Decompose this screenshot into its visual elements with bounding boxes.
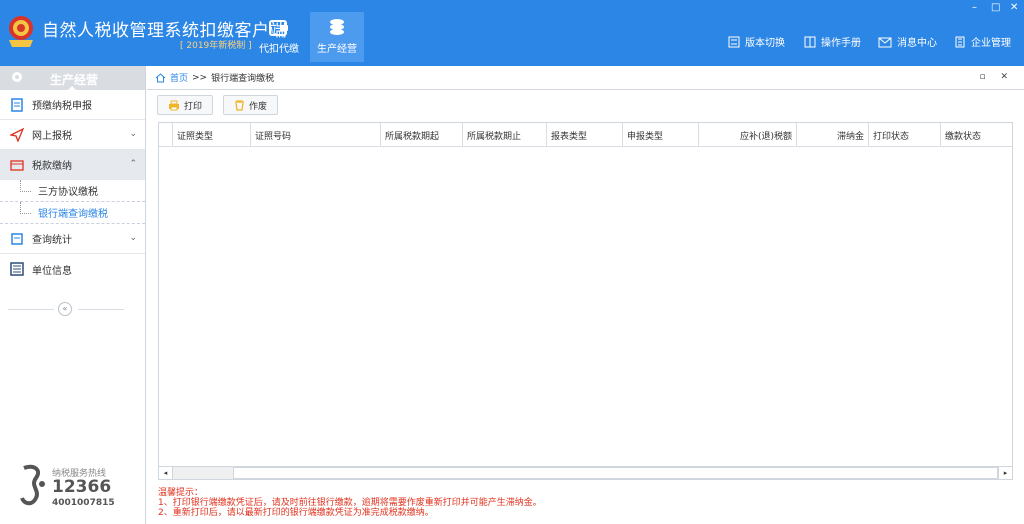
toolbar: 打印 作废 [157,95,288,115]
sidebar-subitem-tripartite[interactable]: 三方协议缴税 [0,180,145,202]
mail-icon [878,37,892,47]
divider [78,309,124,310]
column-header[interactable]: 应补(退)税额 [699,123,797,146]
sidebar-item-query-stats[interactable]: 查询统计 ⌄ [0,224,145,254]
void-button-label: 作废 [249,101,268,112]
horizontal-scrollbar[interactable]: ◂ ▸ [158,466,1013,480]
message-center-button[interactable]: 消息中心 [878,34,937,49]
sidebar-item-unit-info[interactable]: 单位信息 [0,254,145,284]
scroll-left-button[interactable]: ◂ [159,467,173,479]
panel-window-tools[interactable]: ▫ ✕ [979,72,1014,82]
column-header[interactable]: 申报类型 [623,123,699,146]
sidebar-item-label: 税款缴纳 [32,161,72,172]
query-icon [11,232,23,245]
column-header[interactable]: 所属税款期止 [463,123,547,146]
hotline-block: 纳税服务热线 12366 4001007815 [18,464,115,511]
main-panel: 首页 >> 银行端查询缴税 ▫ ✕ 打印 作废 证照类型 证照号码 所属税款期起… [147,66,1024,524]
nav-label: 生产经营 [317,44,357,55]
hotline-logo-icon [20,464,45,506]
void-button[interactable]: 作废 [223,95,279,115]
coins-icon [330,19,344,35]
tax-emblem-icon [9,16,33,47]
payment-table: 证照类型 证照号码 所属税款期起 所属税款期止 报表类型 申报类型 应补(退)税… [158,122,1013,480]
divider [8,309,54,310]
wallet-icon [269,20,288,36]
breadcrumb-separator: >> [192,72,208,83]
column-header[interactable]: 缴款状态 [941,123,1012,146]
nav-label: 代扣代缴 [259,44,299,55]
print-button-label: 打印 [184,101,203,112]
sidebar-item-label: 查询统计 [32,235,72,246]
close-button[interactable]: ✕ [1010,2,1018,13]
payment-icon [10,159,24,171]
breadcrumb: 首页 >> 银行端查询缴税 ▫ ✕ [147,66,1024,90]
breadcrumb-home-link[interactable]: 首页 [170,71,188,84]
column-header[interactable]: 证照号码 [251,123,381,146]
tips-block: 温馨提示： 1、打印银行端缴款凭证后，请及时前往银行缴款，逾期将需要作废重新打印… [158,488,542,518]
tips-title: 温馨提示： [158,488,204,498]
menu-label: 消息中心 [897,38,937,49]
chevron-down-icon: ⌄ [129,129,137,139]
tip-line: 1、打印银行端缴款凭证后，请及时前往银行缴款，逾期将需要作废重新打印并可能产生滞… [158,498,542,508]
version-switch-button[interactable]: 版本切换 [728,34,785,49]
menu-label: 版本切换 [745,38,785,49]
tip-line: 2、重新打印后，请以最新打印的银行端缴款凭证为准完成税款缴纳。 [158,508,434,518]
app-header: 自然人税收管理系统扣缴客户端 [ 2019年新税制 ] 代扣代缴 生产经营 版本… [0,0,1024,66]
column-header[interactable]: 报表类型 [547,123,623,146]
form-icon [11,97,23,112]
chevron-down-icon: ⌄ [129,233,137,243]
enterprise-mgmt-button[interactable]: 企业管理 [954,34,1011,49]
sidebar-item-tax-payment[interactable]: 税款缴纳 ⌃ [0,150,145,180]
table-header: 证照类型 证照号码 所属税款期起 所属税款期止 报表类型 申报类型 应补(退)税… [159,123,1012,147]
switch-icon [728,36,740,47]
column-header[interactable]: 所属税款期起 [381,123,463,146]
chevron-up-icon: ⌃ [129,159,137,169]
minimize-button[interactable]: – [972,2,977,13]
nav-production[interactable]: 生产经营 [310,12,364,62]
column-header[interactable]: 滞纳金 [797,123,869,146]
home-icon [155,72,166,82]
sidebar-subitem-label: 三方协议缴税 [38,187,98,198]
maximize-button[interactable]: □ [991,2,1000,13]
hotline-number: 12366 [52,477,112,497]
list-icon [10,262,24,276]
app-subtitle: [ 2019年新税制 ] [180,41,252,51]
scroll-right-button[interactable]: ▸ [998,467,1012,479]
sidebar-subitem-bank-query[interactable]: 银行端查询缴税 [0,202,145,224]
send-icon [10,127,24,142]
manual-icon [804,36,816,47]
column-header[interactable]: 打印状态 [869,123,941,146]
sidebar: 生产经营 预缴纳税申报 网上报税 ⌄ 税款缴纳 ⌃ 三方协议缴税 银行端查询缴税… [0,66,146,524]
sidebar-item-online-filing[interactable]: 网上报税 ⌄ [0,120,145,150]
printer-icon [169,100,179,110]
sidebar-subitem-label: 银行端查询缴税 [38,209,108,220]
print-button[interactable]: 打印 [157,95,214,115]
row-indicator-column [159,123,173,146]
sidebar-header: 生产经营 [0,66,145,92]
trash-icon [235,99,245,111]
breadcrumb-current: 银行端查询缴税 [211,74,275,84]
gear-icon [12,72,22,82]
collapse-sidebar-button[interactable]: « [58,302,72,316]
sidebar-item-label: 预缴纳税申报 [32,101,92,112]
manual-button[interactable]: 操作手册 [804,34,861,49]
hotline-number-secondary: 4001007815 [52,498,115,508]
sidebar-item-prepay-declaration[interactable]: 预缴纳税申报 [0,90,145,120]
building-icon [955,36,965,47]
sidebar-item-label: 单位信息 [32,265,72,277]
column-header[interactable]: 证照类型 [173,123,251,146]
nav-withholding[interactable]: 代扣代缴 [252,12,306,62]
menu-label: 操作手册 [821,38,861,49]
scroll-thumb[interactable] [233,467,998,479]
sidebar-item-label: 网上报税 [32,131,72,142]
menu-label: 企业管理 [971,38,1011,49]
